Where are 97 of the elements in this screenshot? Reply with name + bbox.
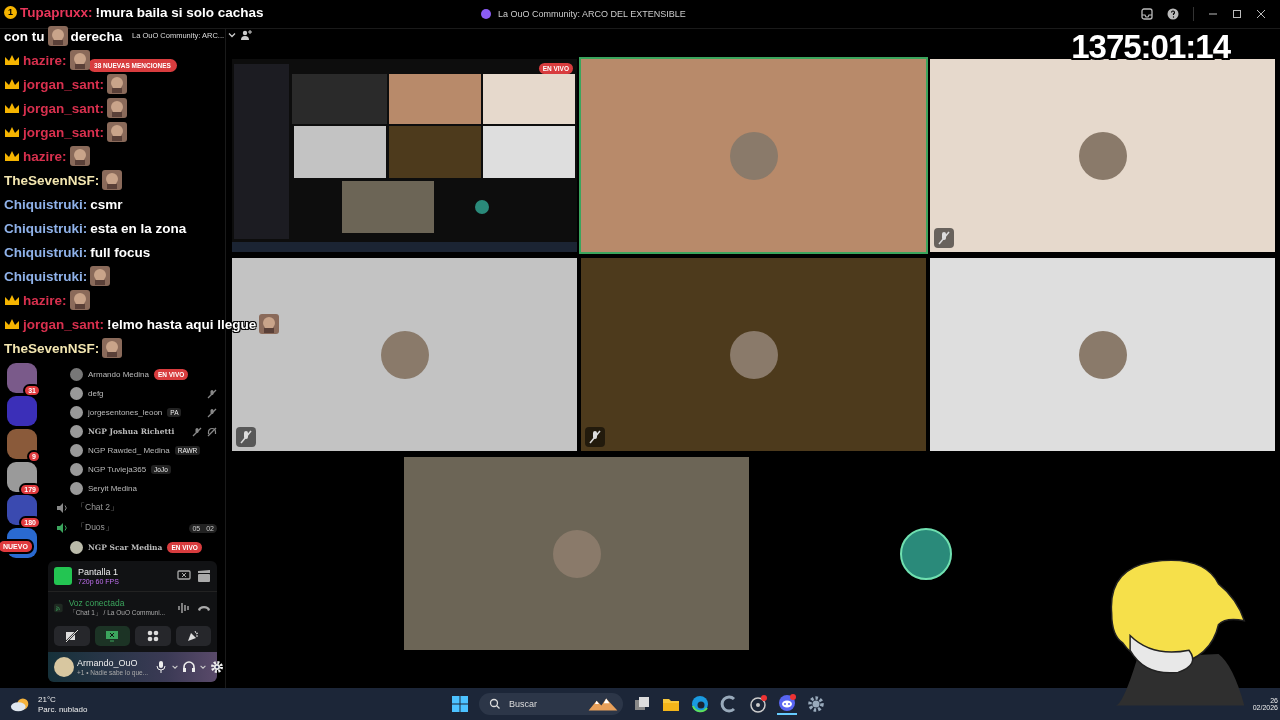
emote-icon — [69, 290, 90, 310]
emote-icon — [259, 314, 280, 334]
stream-timer: 1375:01:14 — [1071, 28, 1230, 66]
camera-off-button[interactable] — [54, 626, 90, 646]
stream-title: Pantalla 1 — [78, 567, 119, 577]
server-avatar[interactable] — [7, 363, 37, 393]
chevron-down-icon[interactable] — [227, 30, 238, 40]
chevron-down-icon[interactable] — [171, 663, 180, 671]
chat-username: jorgan_sant: — [23, 124, 104, 140]
screen-share-thumbnail — [54, 567, 72, 585]
server-avatar[interactable] — [7, 429, 37, 459]
voice-channel-name[interactable]: 「Duos」 — [76, 522, 114, 534]
avatar — [70, 463, 83, 476]
chat-username: Chiquistruki: — [4, 268, 88, 284]
video-tile[interactable] — [581, 258, 926, 451]
record-app-icon[interactable] — [748, 694, 768, 714]
settings-icon[interactable] — [806, 694, 826, 714]
weather-text: Parc. nublado — [38, 704, 88, 714]
close-icon[interactable] — [1256, 9, 1266, 19]
chat-message: derecha — [70, 28, 123, 44]
microphone-icon[interactable] — [154, 660, 169, 674]
temperature: 21°C — [38, 694, 57, 704]
chat-username: jorgan_sant: — [23, 76, 104, 92]
chat-username: hazire: — [23, 148, 67, 164]
emote-icon — [107, 122, 127, 142]
activities-button[interactable] — [135, 626, 171, 646]
avatar — [70, 368, 83, 381]
avatar — [70, 482, 83, 495]
inbox-icon[interactable] — [1141, 8, 1153, 20]
chat-username: Chiquistruki: — [4, 196, 88, 212]
member-name[interactable]: defg — [88, 389, 104, 398]
username: Armando_OuO — [77, 658, 139, 668]
chat-username: TheSevenNSF: — [4, 172, 100, 188]
voice-status: Voz conectada — [68, 598, 126, 608]
emote-icon — [107, 74, 127, 94]
chat-username: Chiquistruki: — [4, 244, 88, 260]
search-bar[interactable]: Buscar — [479, 693, 623, 715]
soundwave-icon[interactable] — [177, 601, 191, 615]
headphones-icon[interactable] — [182, 660, 197, 674]
video-tile[interactable] — [404, 457, 749, 650]
screen-icon — [105, 629, 120, 643]
search-icon — [489, 698, 501, 710]
maximize-icon[interactable] — [1232, 9, 1242, 19]
chat-message: esta en la zona — [90, 220, 187, 236]
discord-icon[interactable] — [777, 693, 797, 715]
chat-badge: 1 — [4, 5, 17, 19]
start-icon[interactable] — [450, 694, 470, 714]
member-name[interactable]: NGP Tuvieja365 — [88, 465, 147, 474]
user-avatar[interactable] — [54, 657, 74, 677]
soundboard-button[interactable] — [175, 626, 211, 646]
avatar — [70, 444, 83, 457]
chat-username: jorgan_sant: — [23, 316, 104, 332]
emote-icon — [102, 338, 123, 358]
chat-message: !mura baila si solo cachas — [95, 4, 264, 20]
chevron-down-icon[interactable] — [199, 663, 208, 671]
video-tile[interactable] — [581, 59, 926, 252]
server-icon — [480, 8, 492, 20]
chat-username: hazire: — [23, 52, 67, 68]
emote-icon — [102, 170, 123, 190]
video-tile[interactable] — [930, 59, 1275, 252]
search-field[interactable]: Buscar — [507, 698, 581, 710]
voice-channel-name[interactable]: 「Chat 2」 — [76, 502, 120, 514]
chat-username: jorgan_sant: — [23, 100, 104, 116]
chat-message: full focus — [90, 244, 151, 260]
clapperboard-icon[interactable] — [197, 569, 211, 583]
share-screen-button[interactable] — [94, 626, 130, 646]
emote-icon — [69, 50, 90, 70]
member-name[interactable]: Seryit Medina — [88, 484, 137, 493]
member-name[interactable]: NGP Rawded_ Medina — [88, 446, 170, 455]
browser-icon[interactable] — [690, 694, 710, 714]
avatar — [70, 425, 83, 438]
avatar — [70, 406, 83, 419]
window-title: La OuO Community: ARCO DEL EXTENSIBLE — [498, 9, 686, 19]
emote-icon — [107, 98, 127, 118]
server-avatar[interactable] — [7, 462, 37, 492]
member-name[interactable]: jorgesentones_leoon — [88, 408, 163, 417]
add-member-icon[interactable] — [240, 29, 253, 41]
chat-username: TheSevenNSF: — [4, 340, 100, 356]
server-avatar[interactable] — [7, 495, 37, 525]
chat-username: Tupapruxx: — [20, 4, 93, 20]
chat-message: csmr — [90, 196, 123, 212]
chat-username: Chiquistruki: — [4, 220, 88, 236]
grid-icon — [145, 629, 160, 643]
avatar — [70, 541, 83, 554]
chat-message: con tu — [4, 28, 45, 44]
help-icon[interactable] — [1167, 8, 1179, 20]
video-tile[interactable] — [930, 258, 1275, 451]
emote-icon — [90, 266, 111, 286]
chat-username: hazire: — [23, 292, 67, 308]
stop-stream-icon[interactable] — [177, 569, 191, 583]
settings-icon[interactable] — [210, 660, 225, 674]
avatar — [70, 387, 83, 400]
emote-icon — [69, 146, 90, 166]
member-name[interactable]: Armando Medina — [88, 370, 149, 379]
camera-off-icon — [64, 629, 79, 643]
party-popper-icon — [186, 629, 201, 643]
emote-icon — [47, 26, 68, 46]
